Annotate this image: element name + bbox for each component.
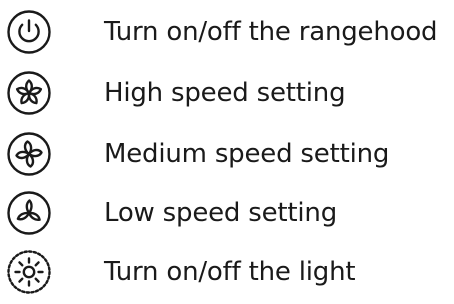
legend-label: Low speed setting [104,198,338,228]
legend-item-medium-speed: Medium speed setting [0,128,454,180]
fan-medium-speed-icon [6,131,52,177]
legend-item-power: Turn on/off the rangehood [0,6,454,58]
legend-item-high-speed: High speed setting [0,67,454,119]
legend-label: Turn on/off the light [104,257,356,287]
legend-item-low-speed: Low speed setting [0,187,454,239]
legend-label: Turn on/off the rangehood [104,17,438,47]
fan-low-speed-icon [6,190,52,236]
legend-label: Medium speed setting [104,139,390,169]
light-icon [6,249,52,295]
button-legend: Turn on/off the rangehood High speed set… [0,0,454,304]
legend-label: High speed setting [104,78,346,108]
fan-high-speed-icon [6,70,52,116]
power-icon [6,9,52,55]
legend-item-light: Turn on/off the light [0,246,454,298]
